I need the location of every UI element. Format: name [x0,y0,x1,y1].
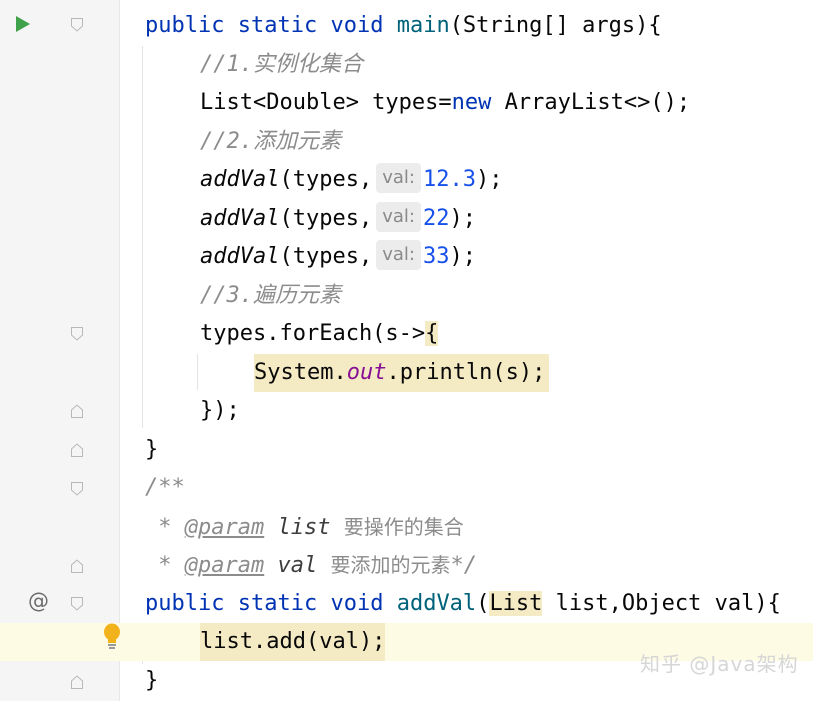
code-text[interactable]: } [145,431,158,469]
code-text[interactable]: types.forEach(s->{ [200,315,439,353]
parameter-hint: val: [376,163,421,193]
code-text[interactable]: addVal(types, val: 22); [200,200,476,238]
code-text[interactable]: list.add(val); [200,623,386,661]
code-text[interactable]: public static void main(String[] args){ [145,7,662,45]
code-text[interactable]: public static void addVal(List list,Obje… [145,585,781,623]
code-text[interactable]: } [145,662,158,700]
javadoc[interactable]: * @param list 要操作的集合 [145,508,463,546]
watermark: 知乎 @Java架构 [640,652,799,676]
code-text[interactable]: List<Double> types=new ArrayList<>(); [200,84,690,122]
code-line: addVal(types, val: 12.3); [0,161,813,199]
code-text[interactable]: }); [200,392,240,430]
code-line: * @param list 要操作的集合 [0,508,813,546]
code-line: addVal(types, val: 22); [0,200,813,238]
code-line: types.forEach(s->{ [0,315,813,353]
parameter-hint: val: [376,240,421,270]
code-line: } [0,431,813,469]
code-text[interactable]: addVal(types, val: 33); [200,238,476,276]
code-line: List<Double> types=new ArrayList<>(); [0,84,813,122]
code-line: }); [0,392,813,430]
comment[interactable]: //3.遍历元素 [200,277,341,315]
code-line: addVal(types, val: 33); [0,238,813,276]
type-highlight: List [489,591,543,616]
comment[interactable]: //1.实例化集合 [200,46,363,84]
javadoc[interactable]: /** [145,469,185,507]
code-text[interactable]: System.out.println(s); [254,354,550,392]
code-line: //2.添加元素 [0,123,813,161]
code-text[interactable]: addVal(types, val: 12.3); [200,161,502,199]
code-line: //3.遍历元素 [0,277,813,315]
code-line: * @param val 要添加的元素*/ [0,546,813,584]
brace-match: { [425,321,439,346]
code-line: public static void addVal(List list,Obje… [0,585,813,623]
code-line: //1.实例化集合 [0,46,813,84]
javadoc[interactable]: * @param val 要添加的元素*/ [145,546,477,584]
comment[interactable]: //2.添加元素 [200,123,341,161]
parameter-hint: val: [376,202,421,232]
code-line: System.out.println(s); [0,354,813,392]
code-line: /** [0,469,813,507]
code-line: public static void main(String[] args){ [0,7,813,45]
